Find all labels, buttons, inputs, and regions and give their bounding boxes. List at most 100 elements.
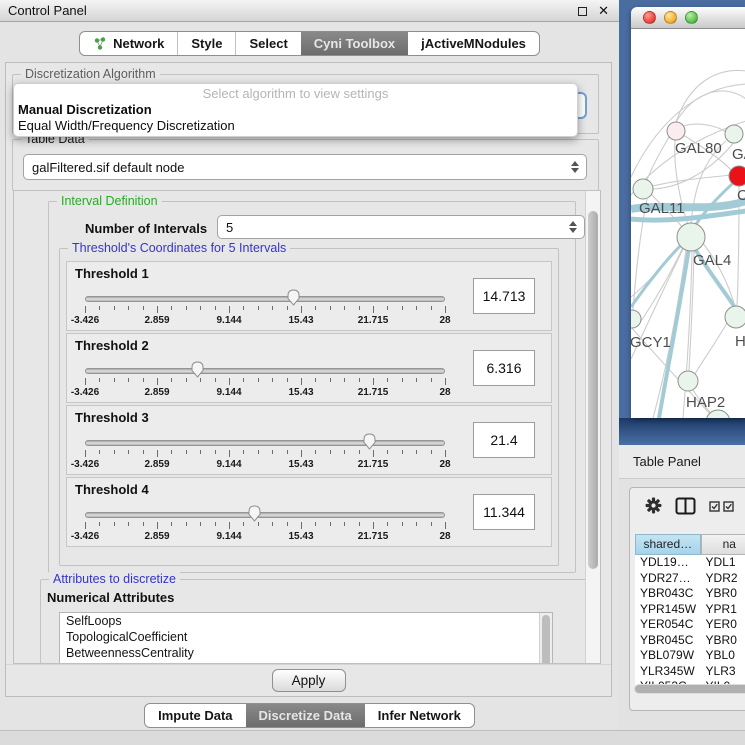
slider-track[interactable] xyxy=(85,368,445,374)
table-cell: YBR0 xyxy=(701,586,745,602)
network-node-H[interactable] xyxy=(725,306,745,328)
minimize-traffic-light-icon[interactable] xyxy=(664,11,677,24)
attribute-list-item[interactable]: SelfLoops xyxy=(60,613,552,629)
threshold-slider-1[interactable]: -3.4262.8599.14415.4321.71528 xyxy=(85,290,445,330)
tick-mark xyxy=(287,306,288,310)
slider-track[interactable] xyxy=(85,296,445,302)
network-node-HAP2[interactable] xyxy=(678,371,698,391)
slider-tick-labels: -3.4262.8599.14415.4321.71528 xyxy=(85,315,445,327)
attribute-list-item[interactable]: BetweennessCentrality xyxy=(60,645,552,661)
tick-label: 21.715 xyxy=(358,387,389,398)
checkbox-icon[interactable] xyxy=(723,499,734,517)
algorithm-group-title: Discretization Algorithm xyxy=(21,67,160,81)
dropdown-option-equal-width-frequency[interactable]: Equal Width/Frequency Discretization xyxy=(14,118,577,134)
zoom-traffic-light-icon[interactable] xyxy=(685,11,698,24)
dropdown-option-manual-discretization[interactable]: Manual Discretization xyxy=(14,102,577,118)
tab-jactivemnodules[interactable]: jActiveMNodules xyxy=(408,32,539,55)
tick-mark xyxy=(359,306,360,310)
table-cell: YBR043C xyxy=(635,586,701,602)
tick-label: -3.426 xyxy=(71,459,99,470)
number-of-intervals-combo[interactable]: 5 xyxy=(217,215,585,239)
tick-mark xyxy=(229,378,230,385)
table-row[interactable]: YBL079WYBL0 xyxy=(635,648,745,664)
slider-thumb-icon[interactable] xyxy=(286,289,301,306)
network-node-GAL80[interactable] xyxy=(667,122,685,140)
tick-mark xyxy=(330,522,331,526)
threshold-slider-4[interactable]: -3.4262.8599.14415.4321.71528 xyxy=(85,506,445,546)
threshold-value-field[interactable]: 14.713 xyxy=(473,278,535,314)
attributes-scrollbar[interactable] xyxy=(539,613,552,664)
tick-mark xyxy=(215,522,216,526)
table-row[interactable]: YBR045CYBR0 xyxy=(635,633,745,649)
settings-scrollbar[interactable] xyxy=(585,191,600,663)
tick-label: 15.43 xyxy=(288,531,313,542)
network-edge[interactable] xyxy=(676,70,745,122)
tick-mark xyxy=(229,306,230,313)
threshold-value-field[interactable]: 6.316 xyxy=(473,350,535,386)
tick-mark xyxy=(157,306,158,313)
bottom-tab-impute-data[interactable]: Impute Data xyxy=(145,704,245,727)
spinner-arrows-icon xyxy=(569,221,577,233)
slider-ticks xyxy=(85,522,445,530)
tab-cyni-toolbox[interactable]: Cyni Toolbox xyxy=(301,32,408,55)
slider-thumb-icon[interactable] xyxy=(362,433,377,450)
network-node-GAL4[interactable] xyxy=(677,223,705,251)
column-header-na[interactable]: na xyxy=(701,534,745,555)
checkbox-icon[interactable] xyxy=(709,499,720,517)
close-traffic-light-icon[interactable] xyxy=(643,11,656,24)
tick-mark xyxy=(200,378,201,382)
tick-mark xyxy=(85,306,86,313)
slider-track[interactable] xyxy=(85,512,445,518)
bottom-tab-discretize-data[interactable]: Discretize Data xyxy=(246,704,365,727)
threshold-slider-2[interactable]: -3.4262.8599.14415.4321.71528 xyxy=(85,362,445,402)
table-row[interactable]: YBR043CYBR0 xyxy=(635,586,745,602)
table-row[interactable]: YPR145WYPR1 xyxy=(635,602,745,618)
network-edge[interactable] xyxy=(695,323,727,374)
tab-network[interactable]: Network xyxy=(80,32,177,55)
apply-button[interactable]: Apply xyxy=(272,669,346,692)
network-canvas[interactable]: GAL80GACGAL11GAL4GCY1HIHAP2 xyxy=(631,29,745,418)
network-node-GAL-tr[interactable] xyxy=(725,125,743,143)
network-node-GCY1[interactable] xyxy=(631,310,641,328)
table-row[interactable]: YDL19…YDL1 xyxy=(635,555,745,571)
gear-icon[interactable] xyxy=(645,497,662,519)
settings-panel: Discretization Algorithm Select algorith… xyxy=(5,62,612,697)
thresholds-group: Threshold's Coordinates for 5 Intervals … xyxy=(59,248,559,566)
threshold-value-field[interactable]: 21.4 xyxy=(473,422,535,458)
threshold-value-field[interactable]: 11.344 xyxy=(473,494,535,530)
tick-label: 9.144 xyxy=(216,315,241,326)
attribute-list-item[interactable]: TopologicalCoefficient xyxy=(60,629,552,645)
close-icon[interactable]: ✕ xyxy=(598,0,609,22)
float-window-icon[interactable] xyxy=(578,7,587,16)
tick-mark xyxy=(416,450,417,454)
numerical-attributes-list: SelfLoopsTopologicalCoefficientBetweenne… xyxy=(59,612,553,664)
table-data-combo[interactable]: galFiltered.sif default node xyxy=(23,154,587,180)
tick-mark xyxy=(387,522,388,526)
tab-select[interactable]: Select xyxy=(235,32,300,55)
tick-label: 9.144 xyxy=(216,531,241,542)
threshold-slider-3[interactable]: -3.4262.8599.14415.4321.71528 xyxy=(85,434,445,474)
bottom-tab-infer-network[interactable]: Infer Network xyxy=(365,704,474,727)
column-header-shared[interactable]: shared… xyxy=(635,534,701,555)
slider-track[interactable] xyxy=(85,440,445,446)
network-edge[interactable] xyxy=(653,175,731,186)
attributes-group-title: Attributes to discretize xyxy=(49,572,180,586)
bottom-tab-label: Infer Network xyxy=(378,708,461,723)
network-node-red[interactable] xyxy=(729,166,745,186)
tab-label: Select xyxy=(249,36,287,51)
split-columns-icon[interactable] xyxy=(675,497,696,520)
tick-mark xyxy=(128,522,129,526)
slider-thumb-icon[interactable] xyxy=(190,361,205,378)
network-icon xyxy=(93,37,107,51)
control-panel: Control Panel ✕ NetworkStyleSelectCyni T… xyxy=(0,0,619,745)
tick-mark xyxy=(99,522,100,526)
table-hscrollbar[interactable] xyxy=(634,684,745,694)
slider-thumb-icon[interactable] xyxy=(247,505,262,522)
table-row[interactable]: YLR345WYLR3 xyxy=(635,664,745,680)
tick-label: 28 xyxy=(439,387,450,398)
tab-style[interactable]: Style xyxy=(177,32,235,55)
table-row[interactable]: YER054CYER0 xyxy=(635,617,745,633)
network-node-GAL11[interactable] xyxy=(633,179,653,199)
table-row[interactable]: YDR27…YDR2 xyxy=(635,571,745,587)
node-label-HAP2: HAP2 xyxy=(686,394,725,411)
